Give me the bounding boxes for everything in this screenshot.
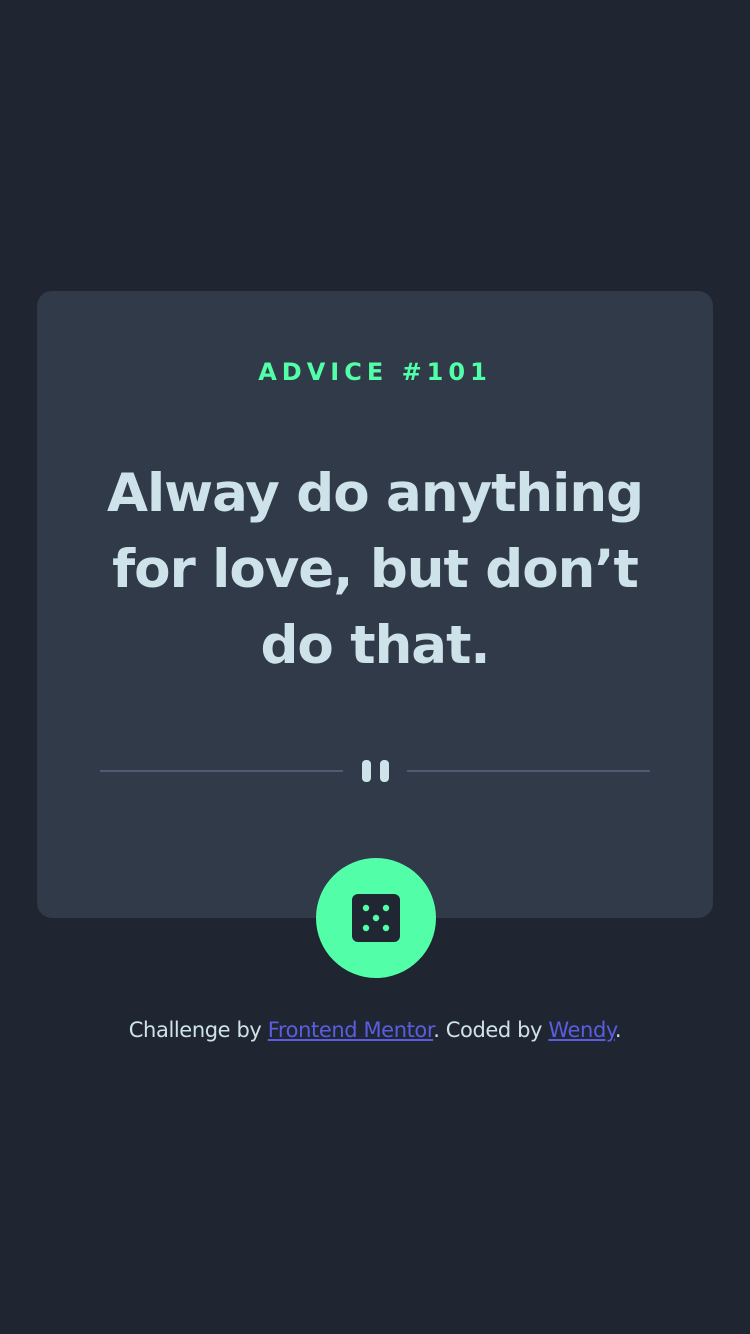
pause-bar [380,760,389,782]
divider-line-left [100,770,343,772]
advice-quote: Alway do anything for love, but don’t do… [106,463,644,676]
divider [100,757,650,785]
advice-id: ADVICE #101 [258,358,492,386]
attribution-suffix: . [614,1018,622,1042]
generate-advice-button[interactable] [316,858,436,978]
divider-line-right [407,770,650,772]
frontend-mentor-link[interactable]: Frontend Mentor [268,1018,434,1042]
author-link[interactable]: Wendy [548,1018,615,1042]
pause-icon [362,760,389,782]
attribution: Challenge by Frontend Mentor. Coded by W… [0,1016,750,1044]
attribution-middle: . Coded by [433,1018,543,1042]
dice-icon [352,894,400,942]
attribution-prefix: Challenge by [128,1018,262,1042]
pause-bar [362,760,371,782]
